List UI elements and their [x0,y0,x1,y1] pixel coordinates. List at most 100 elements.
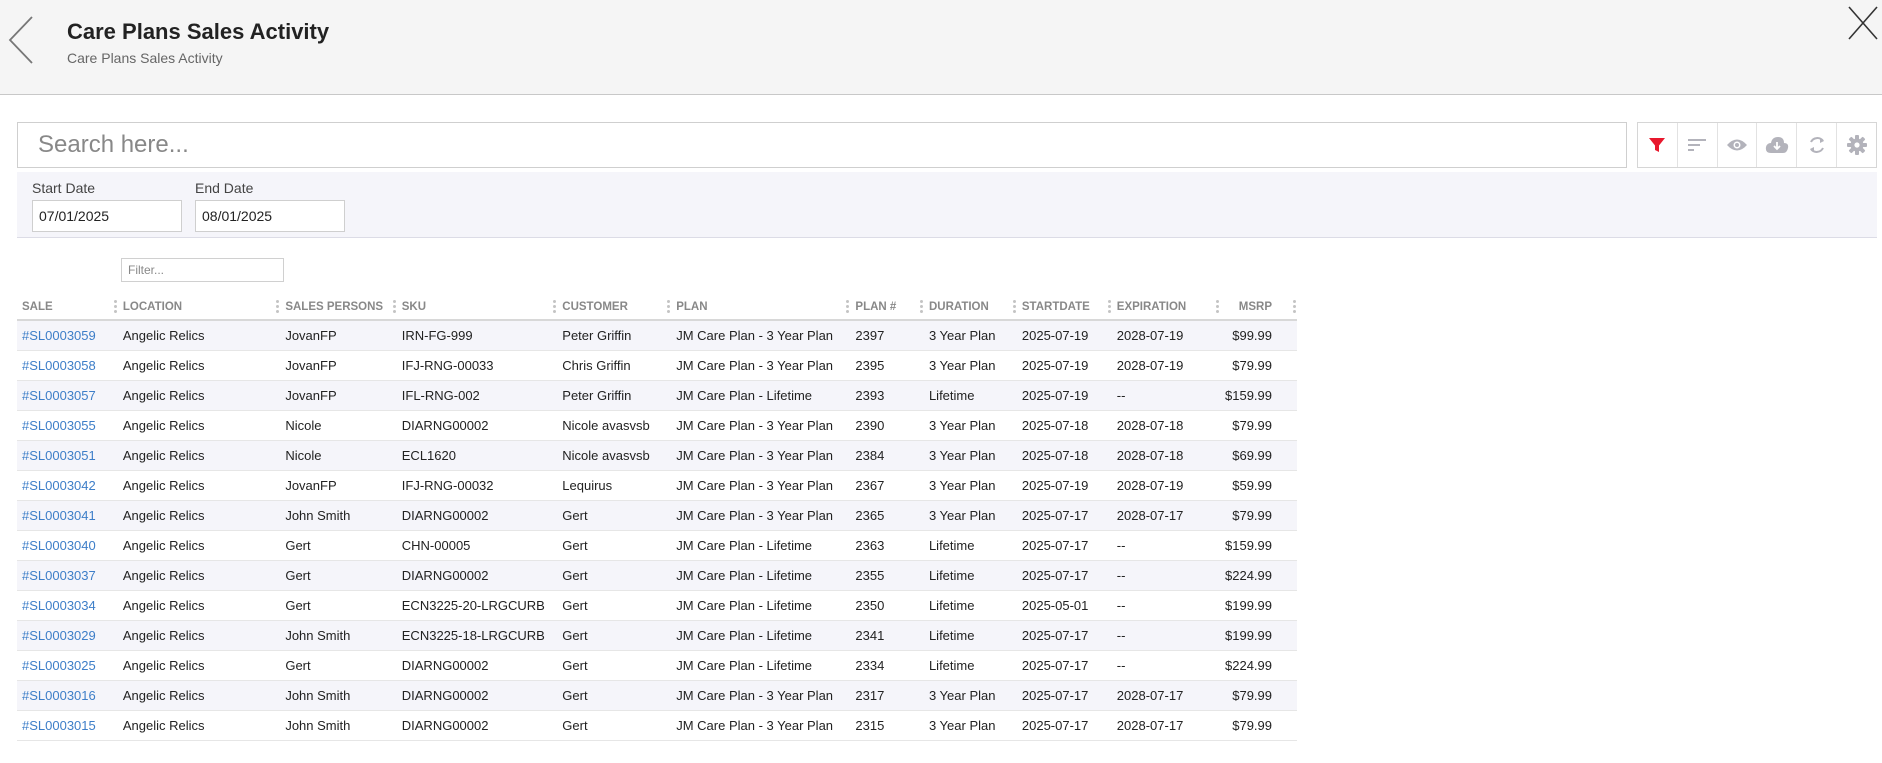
table-cell: JM Care Plan - 3 Year Plan [671,320,851,351]
table-cell: DIARNG00002 [396,560,558,591]
close-icon [1848,6,1878,40]
table-row[interactable]: #SL0003016 Angelic Relics John Smith DIARNG… [17,680,1297,711]
refresh-icon [1809,137,1824,153]
end-date-input[interactable]: 08/01/2025 [195,200,345,232]
table-cell: JM Care Plan - Lifetime [671,530,851,561]
download-button[interactable] [1757,123,1798,167]
sale-link[interactable]: #SL0003057 [22,388,96,403]
sale-link[interactable]: #SL0003051 [22,448,96,463]
column-filter-input[interactable]: Filter... [121,258,284,282]
table-cell: -- [1111,560,1220,591]
table-cell: 3 Year Plan [923,500,1017,531]
table-cell: 2028-07-17 [1111,500,1220,531]
column-header[interactable]: EXPIRATION [1111,294,1220,321]
table-cell: Angelic Relics [117,560,281,591]
table-row[interactable]: #SL0003051 Angelic Relics Nicole ECL1620 Nic… [17,440,1297,471]
table-row[interactable]: #SL0003029 Angelic Relics John Smith ECN322… [17,620,1297,651]
table-cell: 2028-07-18 [1111,440,1220,471]
gear-icon [1846,135,1867,155]
table-cell: 2355 [850,560,924,591]
column-header[interactable]: STARTDATE [1016,294,1112,321]
column-header[interactable]: SALES PERSONS [280,294,397,321]
table-row[interactable]: #SL0003025 Angelic Relics Gert DIARNG00002 G… [17,650,1297,681]
table-cell: Angelic Relics [117,650,281,681]
table-cell: $99.99 [1219,320,1297,351]
table-row[interactable]: #SL0003037 Angelic Relics Gert DIARNG00002 G… [17,560,1297,591]
table-cell: 2363 [850,530,924,561]
table-row[interactable]: #SL0003059 Angelic Relics JovanFP IRN-FG-99… [17,320,1297,351]
sale-link[interactable]: #SL0003059 [22,328,96,343]
sale-link[interactable]: #SL0003029 [22,628,96,643]
column-header[interactable]: SALE [17,294,118,321]
close-button[interactable] [1846,4,1880,44]
sale-link[interactable]: #SL0003055 [22,418,96,433]
settings-button[interactable] [1837,123,1876,167]
sale-link[interactable]: #SL0003015 [22,718,96,733]
table-cell: 2025-07-17 [1016,530,1112,561]
sale-link[interactable]: #SL0003037 [22,568,96,583]
table-cell: DIARNG00002 [396,410,558,441]
table-cell: JM Care Plan - 3 Year Plan [671,470,851,501]
table-cell: IFJ-RNG-00032 [396,470,558,501]
sale-link[interactable]: #SL0003040 [22,538,96,553]
table-row[interactable]: #SL0003040 Angelic Relics Gert CHN-00005 Ger… [17,530,1297,561]
table-cell: Lifetime [923,560,1017,591]
table-row[interactable]: #SL0003034 Angelic Relics Gert ECN3225-20-L… [17,590,1297,621]
column-resize-handle[interactable] [1293,300,1297,316]
search-input[interactable] [18,123,1626,167]
sale-link[interactable]: #SL0003034 [22,598,96,613]
sale-link[interactable]: #SL0003016 [22,688,96,703]
column-header[interactable]: MSRP [1219,294,1297,321]
table-cell: JM Care Plan - 3 Year Plan [671,440,851,471]
table-cell: -- [1111,620,1220,651]
table-cell: ECN3225-18-LRGCURB [396,620,558,651]
table-cell: Nicole avasvsb [557,440,672,471]
table-row[interactable]: #SL0003041 Angelic Relics John Smith DIARNG… [17,500,1297,531]
table-cell: $79.99 [1219,410,1297,441]
sale-link[interactable]: #SL0003041 [22,508,96,523]
table-row[interactable]: #SL0003042 Angelic Relics JovanFP IFJ-RNG-0… [17,470,1297,501]
table-cell: JovanFP [280,380,397,411]
table-cell: Angelic Relics [117,350,281,381]
start-date-label: Start Date [32,180,96,196]
table-cell: #SL0003041 [17,500,118,531]
table-row[interactable]: #SL0003058 Angelic Relics JovanFP IFJ-RNG-0… [17,350,1297,381]
table-cell: Gert [280,590,397,621]
column-header[interactable]: SKU [396,294,558,321]
page-subtitle: Care Plans Sales Activity [67,50,223,66]
table-cell: 2025-07-18 [1016,440,1112,471]
column-header[interactable]: PLAN # [850,294,924,321]
table-cell: 2334 [850,650,924,681]
start-date-input[interactable]: 07/01/2025 [32,200,182,232]
sale-link[interactable]: #SL0003042 [22,478,96,493]
table-cell: 2317 [850,680,924,711]
sort-button[interactable] [1678,123,1718,167]
table-cell: Gert [557,650,672,681]
table-cell: #SL0003015 [17,710,118,741]
table-cell: Peter Griffin [557,380,672,411]
table-body: #SL0003059 Angelic Relics JovanFP IRN-FG-99… [17,320,1297,741]
table-row[interactable]: #SL0003015 Angelic Relics John Smith DIARNG… [17,710,1297,741]
sale-link[interactable]: #SL0003058 [22,358,96,373]
back-button[interactable] [4,14,40,66]
column-header[interactable]: LOCATION [117,294,281,321]
table-cell: $224.99 [1219,560,1297,591]
table-cell: 3 Year Plan [923,350,1017,381]
table-cell: -- [1111,650,1220,681]
table-row[interactable]: #SL0003055 Angelic Relics Nicole DIARNG0000… [17,410,1297,441]
table-cell: Lifetime [923,530,1017,561]
column-header-label: PLAN [676,300,708,313]
column-header[interactable]: CUSTOMER [557,294,672,321]
table-cell: JM Care Plan - 3 Year Plan [671,500,851,531]
view-button[interactable] [1718,123,1758,167]
column-header[interactable]: DURATION [923,294,1017,321]
refresh-button[interactable] [1797,123,1838,167]
table-cell: 2028-07-19 [1111,470,1220,501]
table-row[interactable]: #SL0003057 Angelic Relics JovanFP IFL-RNG-0… [17,380,1297,411]
sale-link[interactable]: #SL0003025 [22,658,96,673]
table-cell: $69.99 [1219,440,1297,471]
table-cell: ECN3225-20-LRGCURB [396,590,558,621]
column-header[interactable]: PLAN [671,294,851,321]
table-cell: DIARNG00002 [396,680,558,711]
filter-button[interactable] [1638,123,1678,167]
